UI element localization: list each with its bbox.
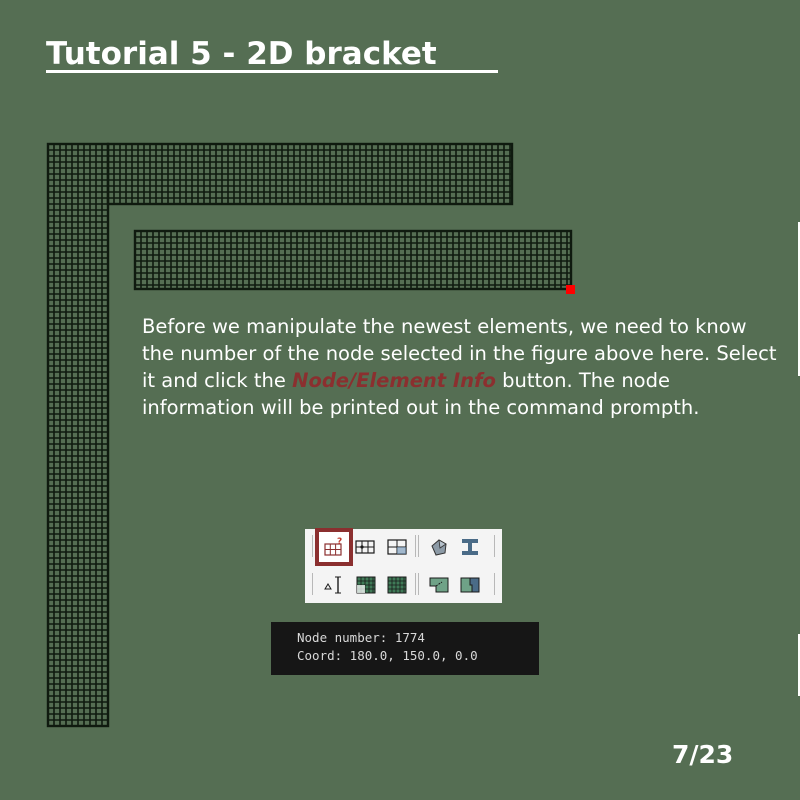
element-mesh-button[interactable] [385,535,409,559]
svg-text:?: ? [337,537,342,547]
toolbar-row-1: ? [305,528,502,566]
selected-node-marker[interactable] [566,285,575,294]
node-element-info-highlight: Node/Element Info [292,369,496,392]
toolbar-separator [415,573,416,595]
mesh-grid-icon [387,576,407,594]
mesh-toolbar: ? [305,528,502,603]
node-element-info-icon: ? [324,537,342,556]
toolbar-separator [312,573,313,595]
node-element-info-button[interactable]: ? [315,528,353,566]
console-line-coord: Coord: 180.0, 150.0, 0.0 [297,648,478,663]
toolbar-separator [494,535,495,557]
mesh-grid-button[interactable] [385,573,409,597]
section-beam-icon [462,539,478,555]
node-mesh-button[interactable] [353,535,377,559]
surface-split-icon [460,577,480,593]
toolbar-separator [494,573,495,595]
mesh-grid-lines [47,143,109,727]
toolbar-separator [415,535,416,557]
toolbar-row-2 [305,569,502,599]
dimension-icon [324,576,341,594]
surface-mesh-icon [429,577,449,593]
surface-split-button[interactable] [458,573,482,597]
mesh-refine-button[interactable] [354,573,378,597]
section-beam-button[interactable] [458,535,482,559]
geometry-icon [431,539,447,556]
new-arm-mesh-svg [133,229,573,291]
mesh-grid-lines [107,143,512,205]
bracket-mesh-new-arm [133,229,575,293]
geometry-button[interactable] [427,535,451,559]
toolbar-separator [312,535,313,557]
console-line-node-number: Node number: 1774 [297,630,425,645]
toolbar-separator [418,535,419,557]
mesh-refine-icon [356,576,376,594]
element-mesh-icon [387,539,407,555]
toolbar-separator [418,573,419,595]
command-prompt-output: Node number: 1774 Coord: 180.0, 150.0, 0… [271,622,539,675]
surface-mesh-button[interactable] [427,573,451,597]
mesh-grid-lines [134,230,571,289]
node-mesh-icon [355,540,375,554]
tutorial-description: Before we manipulate the newest elements… [142,313,782,421]
dimension-button[interactable] [322,573,346,597]
page-indicator: 7/23 [672,740,734,769]
tutorial-title: Tutorial 5 - 2D bracket [46,34,498,73]
